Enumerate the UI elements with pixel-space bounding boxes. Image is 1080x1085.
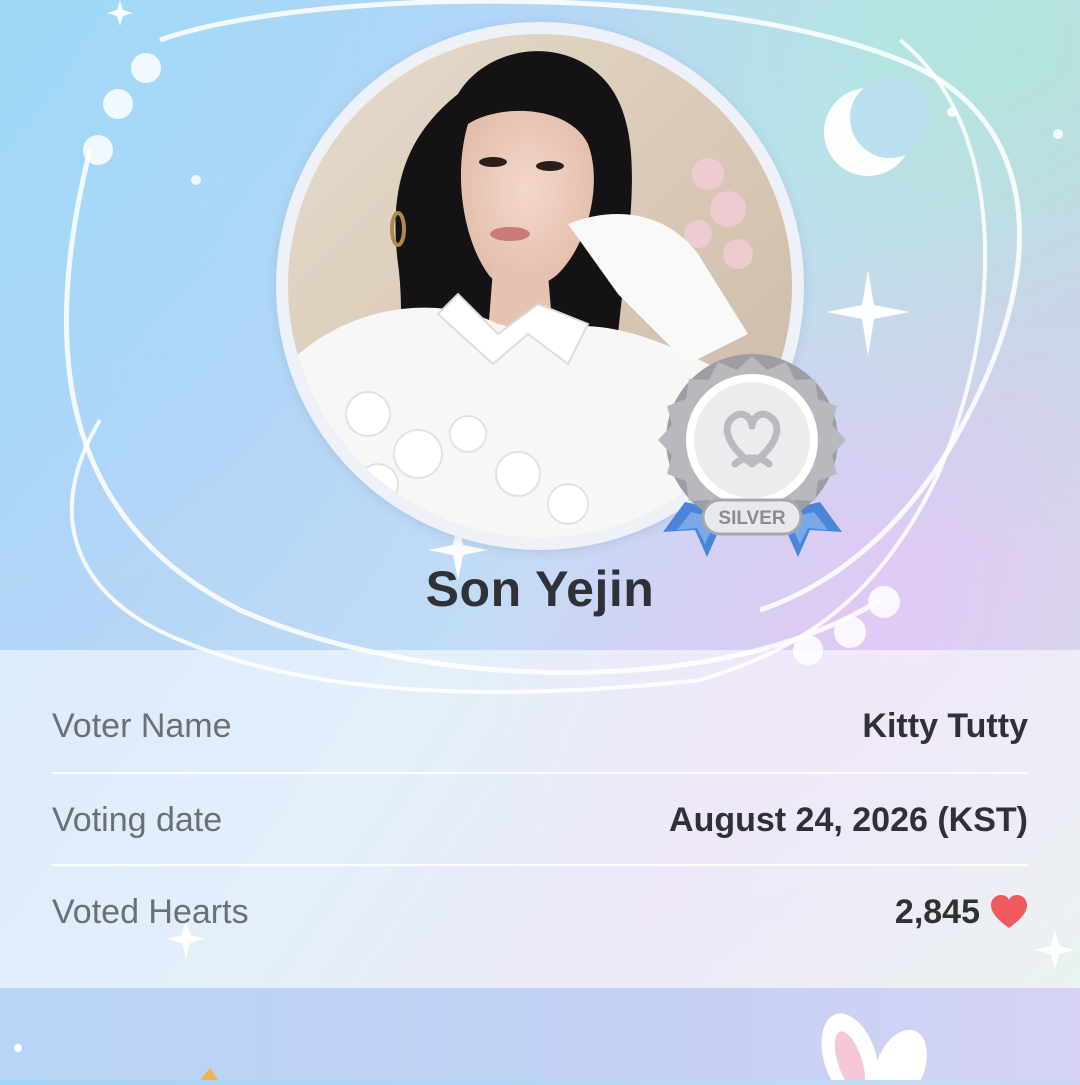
orbit-dot	[103, 89, 133, 119]
voted-hearts-value-group: 2,845	[895, 893, 1028, 932]
voted-hearts-row: Voted Hearts 2,845	[52, 866, 1028, 958]
sparkle-icon	[826, 270, 910, 356]
idol-name: Son Yejin	[425, 561, 655, 617]
voter-name-value: Kitty Tutty	[862, 706, 1028, 745]
voter-name-label: Voter Name	[52, 706, 232, 745]
voting-date-row: Voting date August 24, 2026 (KST)	[52, 774, 1028, 866]
orbit-dot	[1053, 129, 1063, 139]
orbit-dot	[131, 53, 161, 83]
voted-hearts-label: Voted Hearts	[52, 892, 249, 931]
silver-medal-icon: SILVER	[658, 354, 846, 557]
voted-hearts-value: 2,845	[894, 892, 980, 931]
orbit-dot	[83, 135, 113, 165]
orbit-dot	[834, 616, 866, 648]
vote-info-card: Voter Name Kitty Tutty Voting date Augus…	[0, 650, 1080, 988]
orbit-dot	[947, 107, 957, 117]
heart-icon	[991, 895, 1027, 928]
crescent-moon-icon	[824, 78, 930, 176]
badge-label: SILVER	[718, 508, 785, 529]
bottom-decoration	[0, 988, 1080, 1085]
bunny-ears-icon	[14, 1013, 927, 1085]
orbit-dot	[191, 175, 201, 185]
voting-date-value: August 24, 2026 (KST)	[669, 800, 1028, 839]
sparkle-icon	[107, 0, 133, 26]
voter-name-row: Voter Name Kitty Tutty	[52, 680, 1028, 772]
voting-date-label: Voting date	[52, 800, 223, 839]
